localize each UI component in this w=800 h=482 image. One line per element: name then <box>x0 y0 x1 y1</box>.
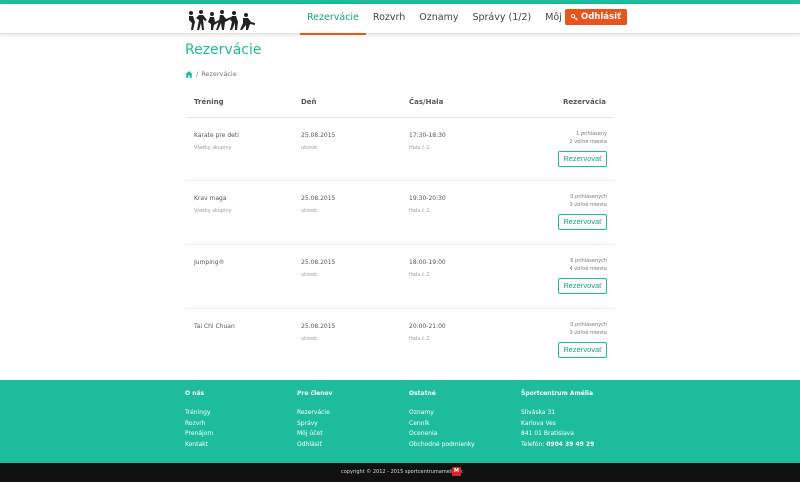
footer-col-contact: Športcentrum Amélia Sliváska 31 Karlova … <box>521 390 594 450</box>
registered-count: 0 prihlásených <box>570 322 607 328</box>
table-row: Jumping® 25.08.2015 utorok 18:00-19:00 H… <box>185 245 615 309</box>
training-time: 18:00-19:00 <box>409 259 446 266</box>
footer-link[interactable]: Oznamy <box>409 408 475 419</box>
training-time: 19:30-20:30 <box>409 195 446 202</box>
footer-link[interactable]: Môj účet <box>297 429 333 440</box>
footer-link[interactable]: Správy <box>297 419 333 430</box>
footer-col-members: Pre členov Rezervácie Správy Môj účet Od… <box>297 390 333 450</box>
breadcrumb-separator: / <box>196 70 199 78</box>
training-name: Jumping® <box>194 259 225 266</box>
copyright-bar: copyright © 2012 - 2015 sportcentrumamel… <box>0 463 800 482</box>
phone-number: 0904 39 49 29 <box>546 440 595 448</box>
footer-heading: Pre členov <box>297 390 333 397</box>
table-row: Tai Chi Chuan 25.08.2015 utorok 20:00-21… <box>185 309 615 373</box>
reserve-button[interactable]: Rezervovať <box>558 214 607 230</box>
phone-line: Telefón: 0904 39 49 29 <box>521 440 594 451</box>
training-weekday: utorok <box>301 208 318 214</box>
footer-link[interactable]: Odhlásiť <box>297 440 333 451</box>
registered-count: 1 prihlásený <box>576 131 607 137</box>
header-time: Čas/Hala <box>409 98 444 106</box>
reservations-table: Tréning Deň Čas/Hala Rezervácia Karate p… <box>185 90 615 373</box>
footer-heading: Ostatné <box>409 390 436 397</box>
key-icon <box>571 13 578 21</box>
training-name: Krav maga <box>194 195 227 202</box>
training-group: Všetky skupiny <box>194 208 232 214</box>
footer-heading: Športcentrum Amélia <box>521 390 594 397</box>
training-hall: Hala č.2 <box>409 272 430 278</box>
site-footer: O nás Tréningy Rozvrh Prenájom Kontakt P… <box>0 380 800 463</box>
address-city: 841 01 Bratislava <box>521 430 574 437</box>
table-row: Karate pre deti Všetky skupiny 25.08.201… <box>185 118 615 181</box>
footer-col-other: Ostatné Oznamy Cenník Ocenenia Obchodné … <box>409 390 475 450</box>
footer-link[interactable]: Ocenenia <box>409 429 475 440</box>
training-hall: Hala č.1 <box>409 208 430 214</box>
header-day: Deň <box>301 98 317 106</box>
nav-rozvrh[interactable]: Rozvrh <box>366 4 412 34</box>
training-weekday: utorok <box>301 145 318 151</box>
reserve-button[interactable]: Rezervovať <box>558 151 607 167</box>
footer-link[interactable]: Rezervácie <box>297 408 333 419</box>
training-time: 17:30-18:30 <box>409 132 446 139</box>
training-weekday: utorok <box>301 336 318 342</box>
nav-spravy[interactable]: Správy (1/2) <box>465 4 538 34</box>
training-hall: Hala č.2 <box>409 336 430 342</box>
training-date: 25.08.2015 <box>301 259 336 266</box>
breadcrumb: / Rezervácie <box>185 70 237 78</box>
training-date: 25.08.2015 <box>301 132 336 139</box>
free-spots: 3 voľné miesta <box>569 202 607 208</box>
address-street: Sliváska 31 <box>521 409 556 416</box>
training-time: 20:00-21:00 <box>409 323 446 330</box>
free-spots: 2 voľné miesta <box>569 139 607 145</box>
logout-label: Odhlásiť <box>581 12 622 22</box>
header-reservation: Rezervácia <box>563 98 606 106</box>
table-header: Tréning Deň Čas/Hala Rezervácia <box>185 90 615 118</box>
footer-link[interactable]: Obchodné podmienky <box>409 440 475 451</box>
free-spots: 4 voľné miesta <box>569 266 607 272</box>
registered-count: 6 prihlásených <box>570 258 607 264</box>
page-title: Rezervácie <box>185 42 262 58</box>
header-training: Tréning <box>194 98 224 106</box>
fighters-logo-icon[interactable] <box>186 9 256 31</box>
copyright-text: copyright © 2012 - 2015 sportcentrumamel… <box>341 469 463 475</box>
registered-count: 0 prihlásených <box>570 194 607 200</box>
footer-link[interactable]: Prenájom <box>185 429 213 440</box>
free-spots: 3 voľné miesta <box>569 330 607 336</box>
phone-label: Telefón: <box>521 440 545 448</box>
m-badge-icon[interactable]: M <box>452 467 461 476</box>
reserve-button[interactable]: Rezervovať <box>558 278 607 294</box>
footer-link[interactable]: Tréningy <box>185 408 213 419</box>
site-header: Rezervácie Rozvrh Oznamy Správy (1/2) Mô… <box>0 4 800 35</box>
address-district: Karlova Ves <box>521 419 556 427</box>
footer-link[interactable]: Kontakt <box>185 440 213 451</box>
footer-heading: O nás <box>185 390 205 397</box>
nav-oznamy[interactable]: Oznamy <box>412 4 465 34</box>
nav-rezervacie[interactable]: Rezervácie <box>300 4 366 35</box>
footer-col-about: O nás Tréningy Rozvrh Prenájom Kontakt <box>185 390 213 450</box>
breadcrumb-current: Rezervácie <box>201 70 237 78</box>
footer-link[interactable]: Cenník <box>409 419 475 430</box>
training-date: 25.08.2015 <box>301 195 336 202</box>
reserve-button[interactable]: Rezervovať <box>558 342 607 358</box>
training-date: 25.08.2015 <box>301 323 336 330</box>
training-group: Všetky skupiny <box>194 145 232 151</box>
training-weekday: utorok <box>301 272 318 278</box>
footer-link[interactable]: Rozvrh <box>185 419 213 430</box>
main-nav: Rezervácie Rozvrh Oznamy Správy (1/2) Mô… <box>300 4 593 35</box>
logout-button[interactable]: Odhlásiť <box>565 9 628 25</box>
training-name: Karate pre deti <box>194 132 239 139</box>
table-row: Krav maga Všetky skupiny 25.08.2015 utor… <box>185 181 615 245</box>
training-hall: Hala č.1 <box>409 145 430 151</box>
training-name: Tai Chi Chuan <box>194 323 235 330</box>
home-icon[interactable] <box>185 70 193 78</box>
